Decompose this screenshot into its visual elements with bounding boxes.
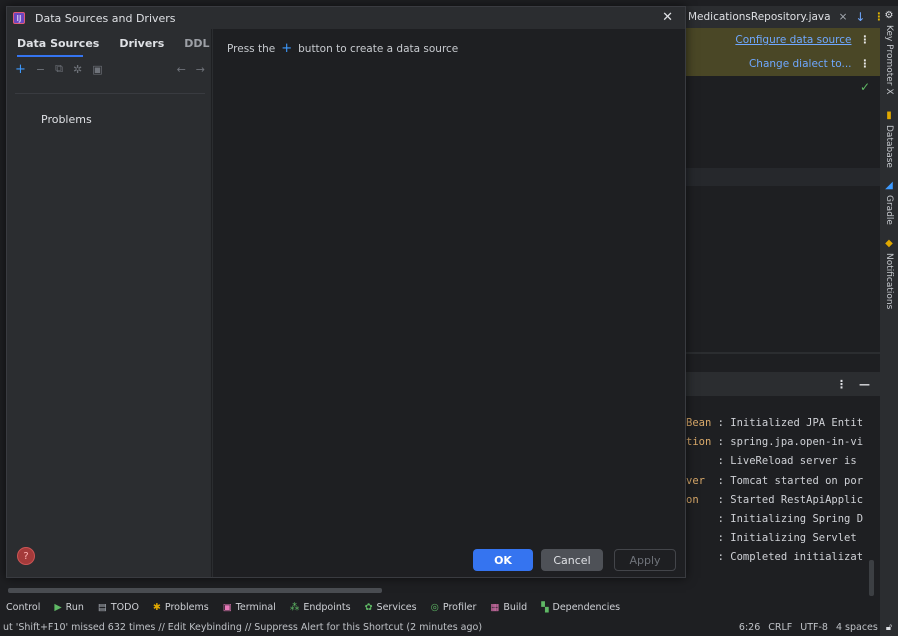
lock-icon[interactable]: 🔓︎ (886, 622, 892, 633)
tab-data-sources[interactable]: Data Sources (17, 37, 99, 50)
back-arrow-icon[interactable]: ← (177, 63, 186, 76)
console-line: : Completed initializat (711, 551, 864, 564)
hint-text-before: Press the (227, 42, 276, 55)
dialog-title-bar[interactable]: IJ Data Sources and Drivers (7, 7, 685, 29)
problems-icon: ✱ (152, 601, 161, 613)
services-icon: ✿ (364, 601, 373, 613)
check-icon: ✓ (860, 80, 871, 94)
todo-icon: ▤ (97, 601, 107, 613)
console-line: on : Started RestApiApplic (686, 493, 864, 506)
console-line: ver : Tomcat started on por (686, 474, 864, 487)
console-scrollbar[interactable] (869, 560, 874, 596)
endpoints-icon: ⁂ (289, 601, 300, 613)
key-promoter-tool[interactable]: ⚙ Key Promoter X (880, 10, 898, 95)
tool-window-bar: Control ▶ Run ▤ TODO ✱ Problems ▣ Terminal ⁂… (0, 598, 880, 616)
empty-state-hint: Press the + button to create a data sour… (227, 41, 458, 56)
terminal-icon: ▣ (222, 601, 232, 613)
console-line: : Initializing Spring D (711, 513, 864, 526)
horizontal-scrollbar[interactable] (0, 586, 686, 594)
banner-more-icon[interactable]: ⋮ (860, 34, 871, 46)
remove-icon[interactable]: − (36, 63, 45, 76)
notifications-tool[interactable]: ◆ Notifications (880, 238, 898, 309)
save-icon[interactable]: ▣ (92, 63, 102, 76)
dependencies-icon: ▚ (541, 601, 549, 613)
editor-tab-close-icon[interactable]: × (839, 11, 848, 23)
toolwindow-todo[interactable]: ▤ TODO (98, 602, 139, 613)
toolwindow-control[interactable]: Control (6, 602, 40, 613)
editor-tab-bar: MedicationsRepository.java × ↓ ⋮ (686, 6, 884, 28)
toolwindow-endpoints[interactable]: ⁂ Endpoints (290, 602, 351, 613)
file-encoding[interactable]: UTF-8 (800, 622, 828, 633)
banner-more-icon[interactable]: ⋮ (860, 58, 871, 70)
toolwindow-terminal[interactable]: ▣ Terminal (223, 602, 276, 613)
console-line: tion : spring.jpa.open-in-vi (686, 436, 864, 449)
toolwindow-run[interactable]: ▶ Run (54, 602, 84, 613)
apply-button[interactable]: Apply (614, 549, 676, 571)
key-promoter-icon: ⚙ (884, 10, 894, 21)
line-separator[interactable]: CRLF (768, 622, 792, 633)
run-panel-more-icon[interactable]: ⋮ (836, 378, 847, 391)
active-tab-indicator (17, 55, 83, 57)
build-icon: ▦ (490, 601, 500, 613)
change-dialect-link[interactable]: Change dialect to... (749, 58, 852, 70)
toolwindow-profiler[interactable]: ◎ Profiler (431, 602, 477, 613)
configure-data-source-link[interactable]: Configure data source (735, 34, 851, 46)
help-button[interactable]: ? (17, 547, 35, 565)
gradle-icon: ◢ (885, 180, 893, 191)
divider (15, 93, 205, 94)
download-arrow-icon[interactable]: ↓ (855, 10, 865, 24)
dialog-title: Data Sources and Drivers (35, 11, 176, 25)
tab-drivers[interactable]: Drivers (119, 37, 164, 50)
scrollbar-thumb[interactable] (8, 588, 382, 593)
ok-button[interactable]: OK (473, 549, 533, 571)
minimize-icon[interactable]: — (859, 378, 870, 391)
console-line: : LiveReload server is (711, 455, 864, 468)
caret-position[interactable]: 6:26 (739, 622, 760, 633)
toolwindow-services[interactable]: ✿ Services (365, 602, 417, 613)
data-sources-toolbar: + − ⧉ ✲ ▣ ← → (15, 61, 205, 77)
right-tool-stripe (880, 6, 898, 636)
editor-area[interactable] (686, 76, 880, 352)
app-icon: IJ (13, 12, 25, 24)
indent-setting[interactable]: 4 spaces (836, 622, 878, 633)
data-sources-dialog: IJ Data Sources and Drivers ✕ Data Sourc… (6, 6, 686, 578)
toolwindow-dependencies[interactable]: ▚ Dependencies (541, 602, 620, 613)
settings-icon[interactable]: ✲ (73, 63, 82, 76)
forward-arrow-icon[interactable]: → (196, 63, 205, 76)
details-panel: Press the + button to create a data sour… (213, 29, 685, 577)
add-icon[interactable]: + (15, 62, 26, 77)
toolwindow-build[interactable]: ▦ Build (490, 602, 527, 613)
close-icon[interactable]: ✕ (662, 10, 673, 25)
database-tool[interactable]: ▮ Database (880, 110, 898, 168)
copy-icon[interactable]: ⧉ (55, 62, 63, 76)
dialog-tabs: Data Sources Drivers DDL M (17, 37, 228, 50)
console-line: Bean : Initialized JPA Entit (686, 417, 864, 429)
change-dialect-banner: Change dialect to... ⋮ (686, 52, 880, 76)
status-bar: ut 'Shift+F10' missed 632 times // Edit … (0, 618, 898, 636)
cancel-button[interactable]: Cancel (541, 549, 603, 571)
bell-icon: ◆ (885, 238, 893, 249)
configure-data-source-banner: Configure data source ⋮ (686, 28, 880, 52)
ide-window: MedicationsRepository.java × ↓ ⋮ Configu… (0, 0, 898, 636)
profiler-icon: ◎ (430, 601, 439, 613)
run-panel-header: ⋮ — (686, 372, 880, 396)
add-icon: + (281, 41, 293, 56)
console-line: : Initializing Servlet (711, 532, 864, 545)
database-icon: ▮ (886, 110, 892, 121)
problems-node[interactable]: Problems (41, 113, 92, 126)
run-icon: ▶ (54, 601, 62, 613)
status-message[interactable]: ut 'Shift+F10' missed 632 times // Edit … (3, 622, 482, 633)
run-console[interactable]: Bean : Initialized JPA Entit tion : spri… (686, 414, 876, 568)
hint-text-after: button to create a data source (298, 42, 459, 55)
current-line-highlight (686, 168, 880, 186)
editor-tab-label[interactable]: MedicationsRepository.java (688, 11, 831, 23)
divider (686, 352, 880, 354)
toolwindow-problems[interactable]: ✱ Problems (153, 602, 209, 613)
data-sources-panel: Data Sources Drivers DDL M + − ⧉ ✲ ▣ ← →… (7, 29, 224, 577)
gradle-tool[interactable]: ◢ Gradle (880, 180, 898, 225)
